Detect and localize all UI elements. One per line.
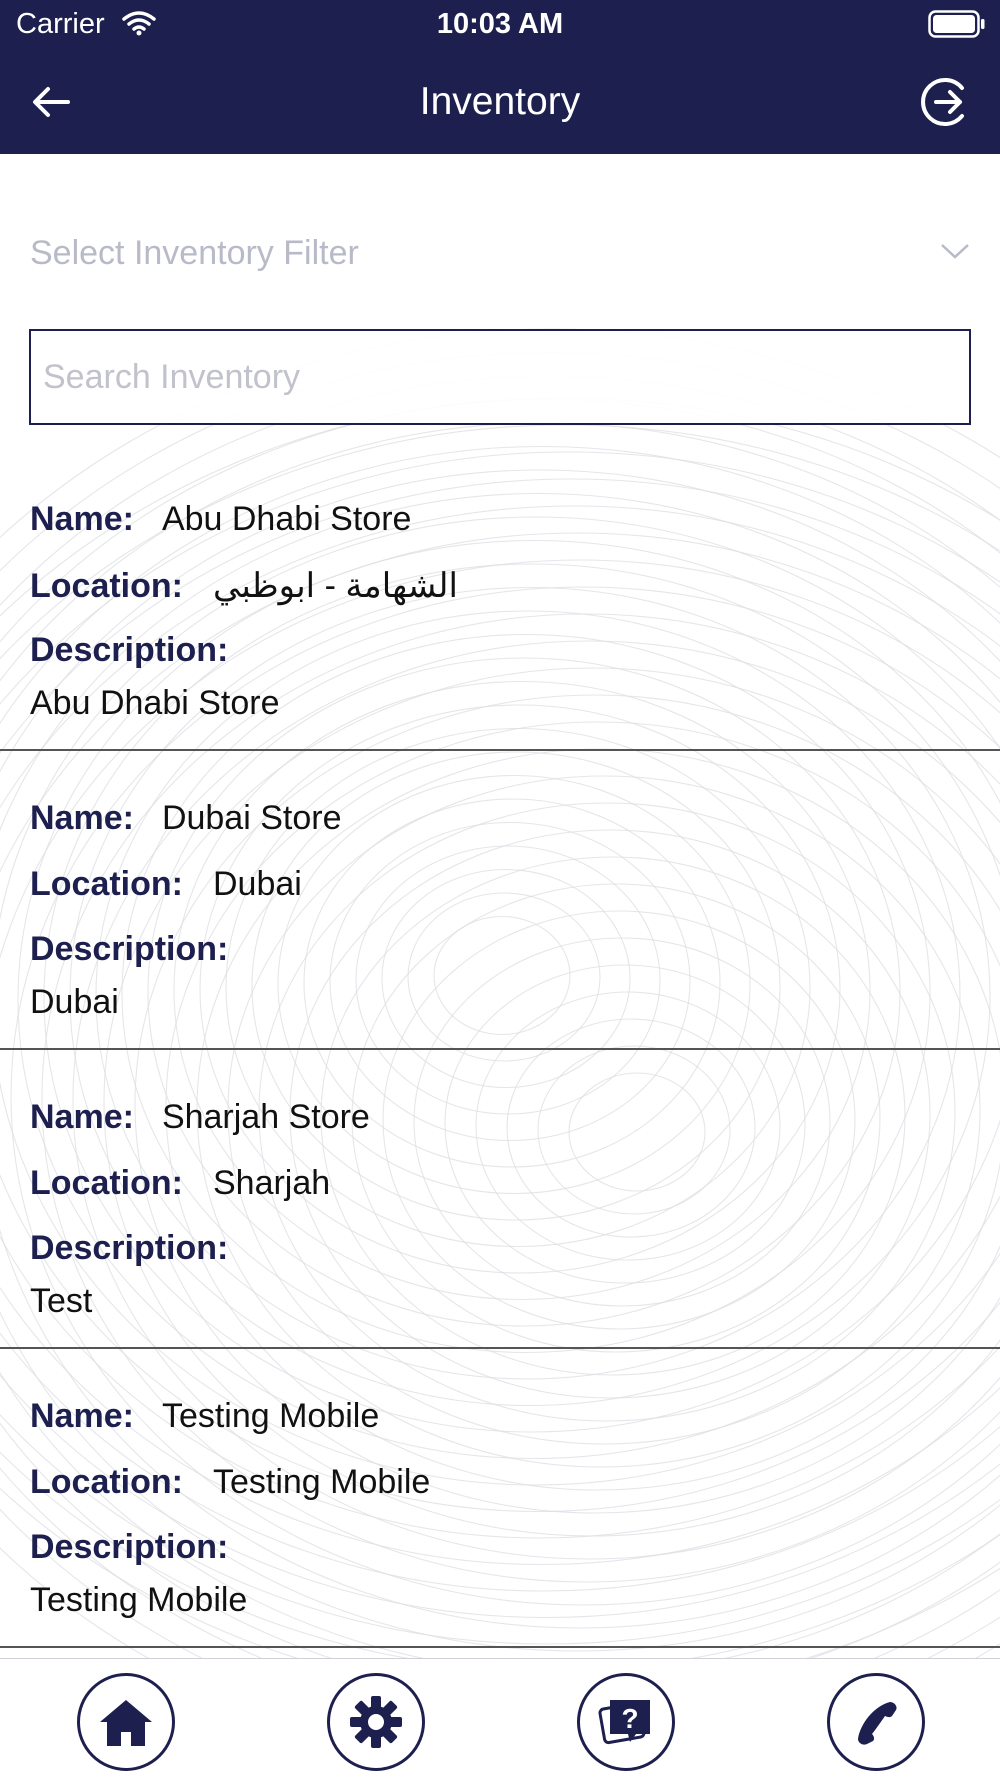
- phone-icon: [858, 1702, 897, 1745]
- name-value: Abu Dhabi Store: [161, 500, 412, 538]
- nav-bar: Inventory: [0, 50, 1000, 154]
- description-label: Description:: [30, 1229, 229, 1267]
- clock: 10:03 AM: [436, 8, 564, 40]
- inventory-list: Name: Abu Dhabi Store Location: الشهامة - …: [0, 452, 1000, 1648]
- list-item[interactable]: Name: Abu Dhabi Store Location: الشهامة - …: [0, 452, 1000, 751]
- filter-placeholder: Select Inventory Filter: [30, 234, 359, 272]
- location-label: Location:: [30, 865, 183, 903]
- description-value: Testing Mobile: [30, 1581, 248, 1619]
- name-label: Name:: [30, 500, 134, 538]
- gear-icon: [350, 1696, 402, 1748]
- location-label: Location:: [30, 567, 183, 605]
- list-item[interactable]: Name: Dubai Store Location: Dubai Descript…: [0, 751, 1000, 1050]
- search-box[interactable]: [29, 329, 971, 425]
- description-label: Description:: [30, 631, 229, 669]
- top-bar: Carrier 10:03 AM Inventory: [0, 0, 1000, 154]
- home-icon: [100, 1700, 152, 1746]
- help-button[interactable]: ?: [577, 1673, 675, 1771]
- description-value: Test: [30, 1282, 93, 1320]
- description-value: Abu Dhabi Store: [30, 684, 280, 722]
- call-button[interactable]: [827, 1673, 925, 1771]
- chevron-down-icon: [941, 244, 969, 259]
- help-icon: ?: [598, 1700, 650, 1745]
- location-label: Location:: [30, 1463, 183, 1501]
- settings-button[interactable]: [327, 1673, 425, 1771]
- status-bar: Carrier 10:03 AM: [0, 0, 1000, 50]
- location-row: Location: Testing Mobile: [30, 1463, 430, 1502]
- inventory-filter-dropdown[interactable]: Select Inventory Filter: [30, 226, 970, 282]
- location-value: الشهامة - ابوظبي: [212, 567, 458, 605]
- bottom-tab-bar: ?: [0, 1658, 1000, 1778]
- location-row: Location: Sharjah: [30, 1164, 330, 1203]
- description-value: Dubai: [30, 983, 119, 1021]
- logout-icon[interactable]: [918, 74, 974, 130]
- list-item[interactable]: Name: Sharjah Store Location: Sharjah Desc…: [0, 1050, 1000, 1349]
- description-label: Description:: [30, 930, 229, 968]
- name-row: Name: Dubai Store: [30, 799, 341, 838]
- location-row: Location: الشهامة - ابوظبي: [30, 566, 458, 606]
- list-item[interactable]: Name: Testing Mobile Location: Testing Mob…: [0, 1349, 1000, 1648]
- name-value: Testing Mobile: [161, 1397, 380, 1435]
- page-title: Inventory: [419, 80, 581, 123]
- name-label: Name:: [30, 799, 134, 837]
- location-value: Dubai: [212, 865, 302, 903]
- content-area[interactable]: Select Inventory Filter Name: Abu Dhabi S…: [0, 154, 1000, 1658]
- battery-icon: [928, 10, 985, 38]
- search-input[interactable]: [31, 331, 969, 423]
- name-value: Dubai Store: [161, 799, 342, 837]
- location-row: Location: Dubai: [30, 865, 302, 904]
- location-value: Testing Mobile: [212, 1463, 431, 1501]
- description-label: Description:: [30, 1528, 229, 1566]
- svg-text:?: ?: [621, 1703, 638, 1734]
- name-row: Name: Testing Mobile: [30, 1397, 379, 1436]
- location-value: Sharjah: [212, 1164, 331, 1202]
- home-button[interactable]: [77, 1673, 175, 1771]
- name-label: Name:: [30, 1397, 134, 1435]
- location-label: Location:: [30, 1164, 183, 1202]
- name-label: Name:: [30, 1098, 134, 1136]
- name-row: Name: Sharjah Store: [30, 1098, 370, 1137]
- name-row: Name: Abu Dhabi Store: [30, 500, 411, 539]
- name-value: Sharjah Store: [161, 1098, 370, 1136]
